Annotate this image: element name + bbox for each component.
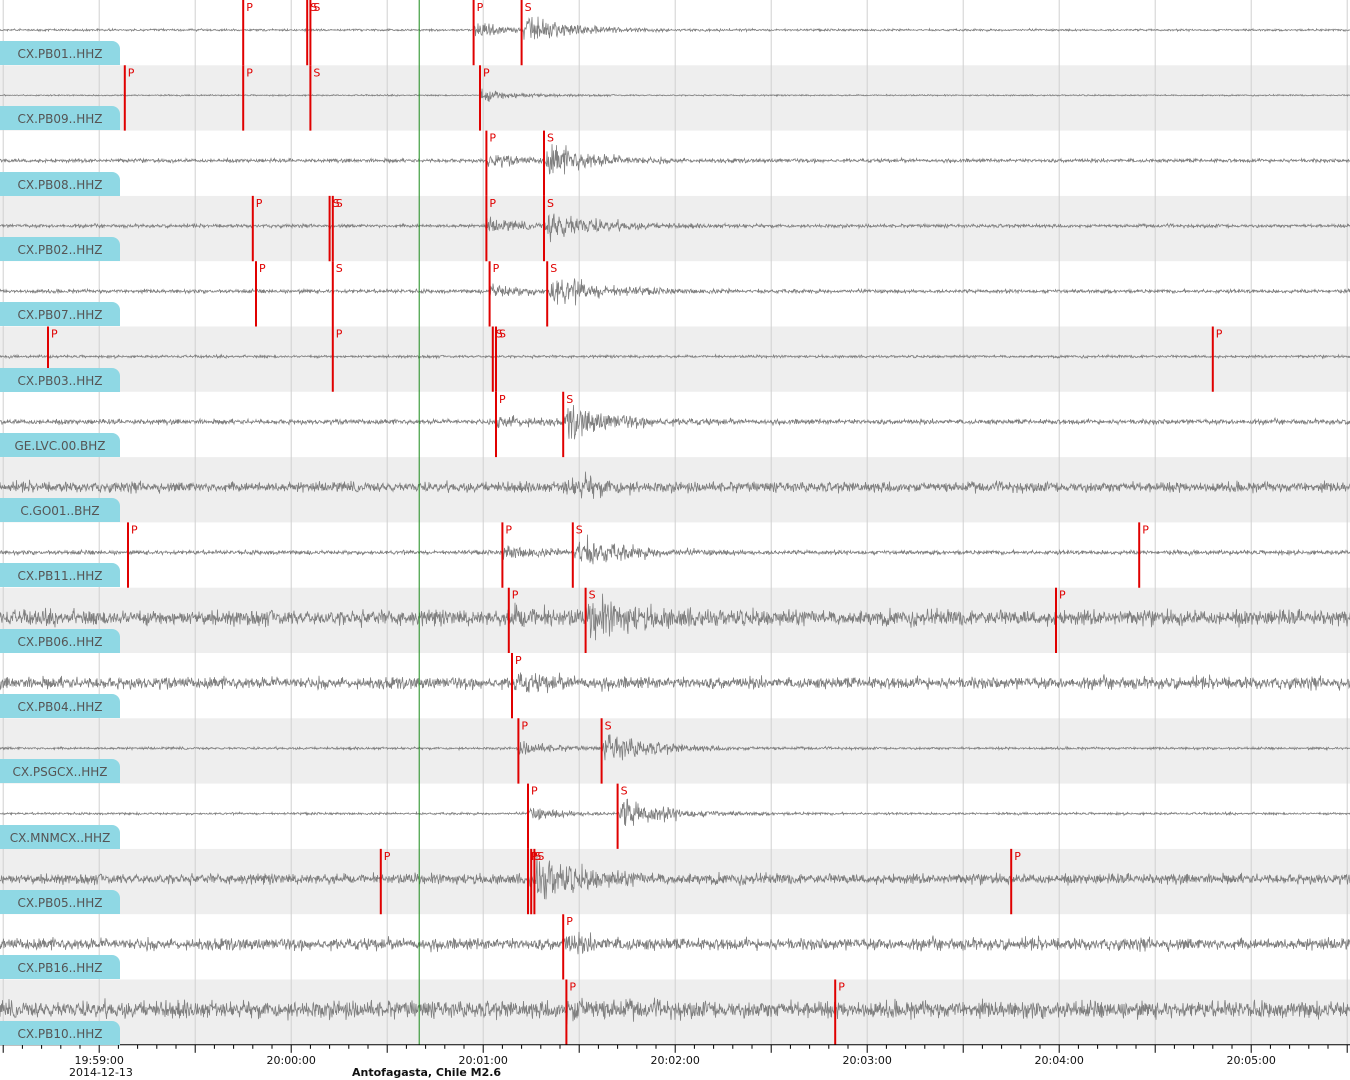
axis-tick-label: 20:05:00 xyxy=(1226,1053,1276,1067)
station-label[interactable]: GE.LVC.00.BHZ xyxy=(0,432,120,457)
phase-pick-label: P xyxy=(489,132,496,145)
phase-pick-label: S xyxy=(537,850,544,863)
axis-tick-label: 20:03:00 xyxy=(842,1053,892,1067)
phase-pick-label: S xyxy=(336,197,343,210)
station-label[interactable]: CX.PB10..HHZ xyxy=(0,1020,120,1045)
phase-pick-label: P xyxy=(566,915,573,928)
axis-tick-label: 20:01:00 xyxy=(458,1053,508,1067)
phase-pick-label: P xyxy=(259,262,266,275)
station-label[interactable]: CX.PB07..HHZ xyxy=(0,302,120,327)
phase-pick-label: S xyxy=(566,393,573,406)
phase-pick-label: P xyxy=(499,393,506,406)
phase-pick-label: S xyxy=(547,197,554,210)
phase-pick-label: P xyxy=(246,66,253,79)
axis-tick-label: 20:02:00 xyxy=(650,1053,700,1067)
phase-pick-label: P xyxy=(521,719,528,732)
phase-pick-label: P xyxy=(838,981,845,994)
phase-pick-label: P xyxy=(531,785,538,798)
phase-pick-label: P xyxy=(1059,589,1066,602)
axis-tick-label: 20:00:00 xyxy=(266,1053,316,1067)
station-label[interactable]: CX.PB08..HHZ xyxy=(0,171,120,196)
phase-pick-label: P xyxy=(493,262,500,275)
phase-pick-label: P xyxy=(51,328,58,341)
phase-pick-label: P xyxy=(131,523,138,536)
seismogram-viewer[interactable]: PSSPSPPSPPSPSSPSPSPSPPSSPPSPPSPPSPPPSPSP… xyxy=(0,0,1350,1080)
station-label[interactable]: CX.PB03..HHZ xyxy=(0,367,120,392)
phase-pick-label: P xyxy=(505,523,512,536)
station-label[interactable]: CX.PB02..HHZ xyxy=(0,236,120,261)
phase-pick-label: S xyxy=(525,1,532,14)
phase-pick-label: S xyxy=(313,66,320,79)
phase-pick-label: S xyxy=(499,328,506,341)
phase-pick-label: S xyxy=(313,1,320,14)
axis-date-label: 2014-12-13 xyxy=(69,1066,133,1079)
phase-pick-label: P xyxy=(1142,523,1149,536)
phase-pick-label: S xyxy=(621,785,628,798)
phase-pick-label: S xyxy=(605,719,612,732)
phase-pick-label: P xyxy=(569,981,576,994)
phase-pick-label: P xyxy=(515,654,522,667)
station-label[interactable]: C.GO01..BHZ xyxy=(0,498,120,523)
phase-pick-label: S xyxy=(589,589,596,602)
station-label[interactable]: CX.MNMCX..HHZ xyxy=(0,824,120,849)
station-label[interactable]: CX.PB06..HHZ xyxy=(0,628,120,653)
phase-pick-label: P xyxy=(512,589,519,602)
station-label[interactable]: CX.PB05..HHZ xyxy=(0,889,120,914)
station-label[interactable]: CX.PB04..HHZ xyxy=(0,694,120,718)
phase-pick-label: S xyxy=(336,262,343,275)
station-label[interactable]: CX.PB09..HHZ xyxy=(0,106,120,131)
phase-pick-label: P xyxy=(246,1,253,14)
phase-pick-label: S xyxy=(550,262,557,275)
phase-pick-label: P xyxy=(1014,850,1021,863)
event-title: Antofagasta, Chile M2.6 xyxy=(352,1066,502,1079)
phase-pick-label: P xyxy=(256,197,263,210)
phase-pick-label: P xyxy=(477,1,484,14)
phase-pick-label: P xyxy=(489,197,496,210)
phase-pick-label: P xyxy=(483,66,490,79)
station-label[interactable]: CX.PB01..HHZ xyxy=(0,41,120,65)
phase-pick-label: P xyxy=(128,66,135,79)
station-label[interactable]: CX.PSGCX..HHZ xyxy=(0,759,120,784)
station-label[interactable]: CX.PB16..HHZ xyxy=(0,955,120,980)
station-label[interactable]: CX.PB11..HHZ xyxy=(0,563,120,588)
axis-tick-label: 20:04:00 xyxy=(1034,1053,1084,1067)
phase-pick-label: P xyxy=(384,850,391,863)
phase-pick-label: P xyxy=(1216,328,1223,341)
phase-pick-label: S xyxy=(547,132,554,145)
phase-pick-label: P xyxy=(336,328,343,341)
waveform-plot[interactable]: P SS P SP P S PP SP SS P SP S P SP P SS PP SP P S PP S PPP SP SP… xyxy=(0,0,1350,1080)
phase-pick-label: S xyxy=(576,523,583,536)
axis-tick-label: 19:59:00 xyxy=(74,1053,124,1067)
